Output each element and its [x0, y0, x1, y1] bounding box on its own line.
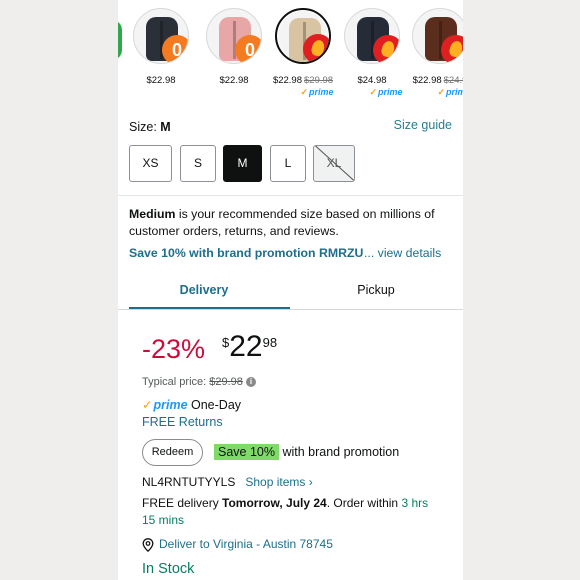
- redeem-button[interactable]: Redeem: [142, 439, 203, 466]
- fire-icon: [441, 35, 463, 63]
- location-pin-icon: [142, 537, 154, 552]
- color-swatch-khaki-vest[interactable]: $22.98 $29.98 ✓prime: [273, 8, 334, 97]
- size-option-l[interactable]: L: [270, 145, 306, 182]
- partial-swatch-edge: [118, 20, 122, 60]
- tab-pickup[interactable]: Pickup: [290, 276, 462, 310]
- info-icon[interactable]: i: [245, 377, 256, 388]
- prime-check-icon: ✓: [142, 398, 153, 412]
- price-block: -23% $2298: [142, 330, 442, 365]
- save-promotion: Save 10% with brand promotion: [214, 444, 399, 460]
- color-swatch-brown-vest[interactable]: $22.98$24.9✓prime: [412, 8, 463, 97]
- swatch-image: 0: [206, 8, 262, 64]
- brand-promotion: Save 10% with brand promotion RMRZUU... …: [129, 246, 459, 260]
- fulfillment-tabs: Delivery Pickup: [118, 276, 463, 310]
- deliver-to-location[interactable]: Deliver to Virginia - Austin 78745: [142, 537, 333, 552]
- free-returns-link[interactable]: FREE Returns: [142, 415, 223, 429]
- fire-icon: [303, 34, 329, 62]
- tab-divider: [118, 309, 463, 310]
- color-swatch-navy-vest[interactable]: $24.98 ✓prime: [344, 8, 403, 97]
- color-swatch-black-vest[interactable]: 0 $22.98: [133, 8, 189, 86]
- swatch-image: 0: [133, 8, 189, 64]
- size-option-xs[interactable]: XS: [129, 145, 172, 182]
- size-option-m[interactable]: M: [223, 145, 262, 182]
- product-page: 0 $22.98 0 $22.98 $22.98 $29.98 ✓prime $24.98 ✓p…: [118, 0, 463, 580]
- discount-badge: 0: [235, 35, 261, 63]
- swatch-price: $22.98$24.9: [412, 75, 463, 86]
- promo-code: NL4RNTUTYYLS: [142, 475, 236, 489]
- size-option-xl[interactable]: XL: [313, 145, 355, 182]
- delivery-info: FREE delivery Tomorrow, July 24. Order w…: [142, 496, 429, 527]
- typical-price: Typical price: $29.98 i: [142, 376, 256, 388]
- shop-items-link[interactable]: Shop items ›: [245, 475, 312, 489]
- swatch-price: $22.98: [146, 75, 176, 86]
- discount-badge: 0: [162, 35, 188, 63]
- view-details-link[interactable]: ... view details: [364, 246, 441, 260]
- current-price: $2298: [222, 330, 278, 363]
- save-badge: Save 10%: [214, 444, 279, 460]
- prime-logo: prime: [153, 398, 188, 412]
- prime-badge: ✓prime: [437, 87, 463, 97]
- size-guide-link[interactable]: Size guide: [394, 118, 452, 132]
- swatch-image: [275, 8, 331, 64]
- color-swatches: 0 $22.98 0 $22.98 $22.98 $29.98 ✓prime $24.98 ✓p…: [118, 0, 463, 104]
- tab-delivery[interactable]: Delivery: [118, 276, 290, 310]
- stock-status: In Stock: [142, 561, 195, 577]
- prime-one-day: ✓prime One-Day: [142, 398, 242, 412]
- size-option-s[interactable]: S: [180, 145, 216, 182]
- size-recommendation: Medium is your recommended size based on…: [129, 207, 435, 238]
- promotion-text[interactable]: Save 10% with brand promotion RMRZUU: [129, 246, 364, 260]
- swatch-image: [412, 8, 463, 64]
- size-row: Size: M Size guide: [129, 118, 452, 136]
- discount-percent: -23%: [142, 334, 206, 364]
- color-swatch-pink-vest[interactable]: 0 $22.98: [206, 8, 262, 86]
- size-label: Size: M: [129, 120, 171, 134]
- divider: [118, 195, 463, 196]
- promo-code-line: NL4RNTUTYYLS Shop items ›: [142, 475, 313, 489]
- swatch-image: [344, 8, 400, 64]
- fire-icon: [373, 35, 399, 63]
